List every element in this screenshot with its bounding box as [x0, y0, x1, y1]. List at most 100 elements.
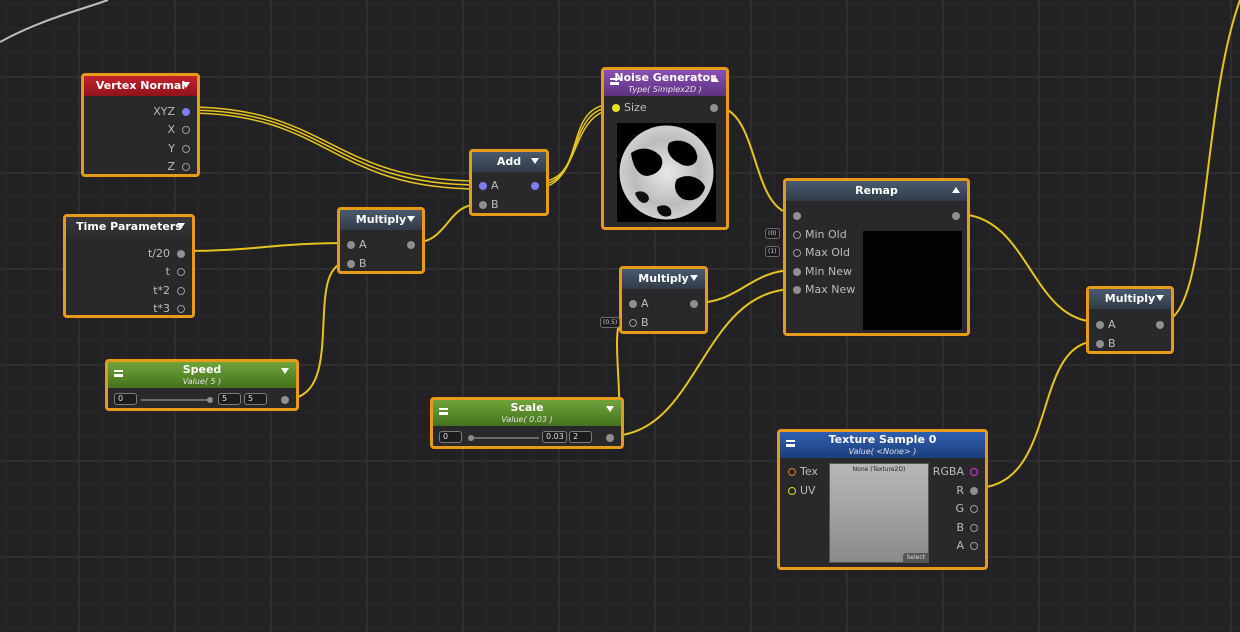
- port-label-a: A: [641, 297, 649, 310]
- menu-icon[interactable]: [610, 78, 619, 85]
- wire-xyz-add: [186, 106, 481, 182]
- port-output[interactable]: [531, 182, 539, 190]
- port-g-output[interactable]: [970, 505, 978, 513]
- port-t2-output[interactable]: [177, 287, 185, 295]
- port-value-input[interactable]: [793, 212, 801, 220]
- chevron-down-icon[interactable]: [1156, 295, 1164, 301]
- node-subtitle: Value( 5 ): [182, 377, 222, 386]
- default-value-badge[interactable]: (1): [765, 246, 780, 257]
- chevron-down-icon[interactable]: [690, 275, 698, 281]
- port-uv-input[interactable]: [788, 487, 796, 495]
- menu-icon[interactable]: [114, 370, 123, 377]
- texture-select-button[interactable]: Select: [903, 553, 928, 562]
- port-a-input[interactable]: [1096, 321, 1104, 329]
- port-a-input[interactable]: [629, 300, 637, 308]
- scale-property-node[interactable]: Scale Value( 0.03 ) 0 0.03 2: [430, 397, 624, 449]
- chevron-down-icon[interactable]: [531, 158, 539, 164]
- port-rgba-output[interactable]: [970, 468, 978, 476]
- node-header[interactable]: Multiply: [1089, 289, 1171, 309]
- port-z-output[interactable]: [182, 163, 190, 171]
- port-max-old-input[interactable]: [793, 249, 801, 257]
- port-min-new-input[interactable]: [793, 268, 801, 276]
- port-label-xyz: XYZ: [153, 105, 175, 118]
- port-a-output[interactable]: [970, 542, 978, 550]
- port-b-input[interactable]: [347, 260, 355, 268]
- remap-preview: [863, 231, 962, 330]
- multiply-node-3[interactable]: Multiply A B: [1086, 286, 1174, 354]
- speed-property-node[interactable]: Speed Value( 5 ) 0 5 5: [105, 359, 299, 411]
- port-t-output[interactable]: [177, 268, 185, 276]
- remap-node[interactable]: Remap Min Old Max Old Min New Max New: [783, 178, 970, 336]
- texture-sample-node[interactable]: Texture Sample 0 Value( <None> ) Tex UV N…: [777, 429, 988, 570]
- port-x-output[interactable]: [182, 126, 190, 134]
- port-label-z: Z: [167, 160, 175, 173]
- port-label-a: A: [359, 238, 367, 251]
- port-r-output[interactable]: [970, 487, 978, 495]
- slider-min-field[interactable]: 0: [114, 393, 137, 405]
- node-header[interactable]: Multiply: [340, 210, 422, 230]
- menu-icon[interactable]: [786, 440, 795, 447]
- noise-generator-node[interactable]: Noise Generator Type( Simplex2D ) Size: [601, 67, 729, 230]
- slider-track[interactable]: [469, 437, 539, 439]
- chevron-down-icon[interactable]: [182, 82, 190, 88]
- node-header[interactable]: Add: [472, 152, 546, 172]
- chevron-down-icon[interactable]: [177, 223, 185, 229]
- slider-max-field[interactable]: 5: [244, 393, 267, 405]
- port-output[interactable]: [606, 434, 614, 442]
- node-header[interactable]: Time Parameters: [66, 217, 192, 237]
- texture-slot-label: None (Texture2D): [852, 466, 906, 473]
- port-output[interactable]: [690, 300, 698, 308]
- slider-min-field[interactable]: 0: [439, 431, 462, 443]
- slider-track[interactable]: [141, 399, 211, 401]
- node-header[interactable]: Speed Value( 5 ): [108, 362, 296, 388]
- vertex-normal-node[interactable]: Vertex Normal XYZ X Y Z: [81, 73, 200, 177]
- slider-max-field[interactable]: 2: [569, 431, 592, 443]
- chevron-down-icon[interactable]: [281, 368, 289, 374]
- node-header[interactable]: Remap: [786, 181, 967, 201]
- port-t20-output[interactable]: [177, 250, 185, 258]
- port-a-input[interactable]: [479, 182, 487, 190]
- slider-handle[interactable]: [207, 397, 213, 403]
- add-node[interactable]: Add A B: [469, 149, 549, 216]
- node-title: Vertex Normal: [95, 79, 186, 92]
- port-xyz-output[interactable]: [182, 108, 190, 116]
- slider-value-field[interactable]: 0.03: [542, 431, 567, 443]
- time-parameters-node[interactable]: Time Parameters t/20 t t*2 t*3: [63, 214, 195, 318]
- menu-icon[interactable]: [439, 408, 448, 415]
- node-header[interactable]: Multiply: [622, 269, 705, 289]
- chevron-down-icon[interactable]: [606, 406, 614, 412]
- node-header[interactable]: Scale Value( 0.03 ): [433, 400, 621, 426]
- port-y-output[interactable]: [182, 145, 190, 153]
- node-header[interactable]: Noise Generator Type( Simplex2D ): [604, 70, 726, 96]
- node-header[interactable]: Vertex Normal: [84, 76, 197, 96]
- chevron-up-icon[interactable]: [711, 76, 719, 82]
- port-b-output[interactable]: [970, 524, 978, 532]
- port-b-input[interactable]: [479, 201, 487, 209]
- node-title: Scale: [510, 401, 544, 414]
- port-output[interactable]: [1156, 321, 1164, 329]
- port-label-b: B: [956, 521, 964, 534]
- chevron-up-icon[interactable]: [952, 187, 960, 193]
- chevron-down-icon[interactable]: [407, 216, 415, 222]
- wire-mul3-out: [1160, 0, 1240, 323]
- default-value-badge[interactable]: (0.5): [600, 317, 621, 328]
- port-a-input[interactable]: [347, 241, 355, 249]
- port-output[interactable]: [281, 396, 289, 404]
- slider-handle[interactable]: [468, 435, 474, 441]
- slider-value-field[interactable]: 5: [218, 393, 241, 405]
- port-output[interactable]: [407, 241, 415, 249]
- port-output[interactable]: [710, 104, 718, 112]
- port-b-input[interactable]: [1096, 340, 1104, 348]
- default-value-badge[interactable]: (0): [765, 228, 780, 239]
- port-min-old-input[interactable]: [793, 231, 801, 239]
- node-header[interactable]: Texture Sample 0 Value( <None> ): [780, 432, 985, 458]
- multiply-node-1[interactable]: Multiply A B: [337, 207, 425, 274]
- multiply-node-2[interactable]: Multiply A B: [619, 266, 708, 334]
- port-t3-output[interactable]: [177, 305, 185, 313]
- port-size-input[interactable]: [612, 104, 620, 112]
- texture-slot[interactable]: None (Texture2D) Select: [829, 463, 929, 563]
- port-max-new-input[interactable]: [793, 286, 801, 294]
- port-b-input[interactable]: [629, 319, 637, 327]
- port-tex-input[interactable]: [788, 468, 796, 476]
- port-output[interactable]: [952, 212, 960, 220]
